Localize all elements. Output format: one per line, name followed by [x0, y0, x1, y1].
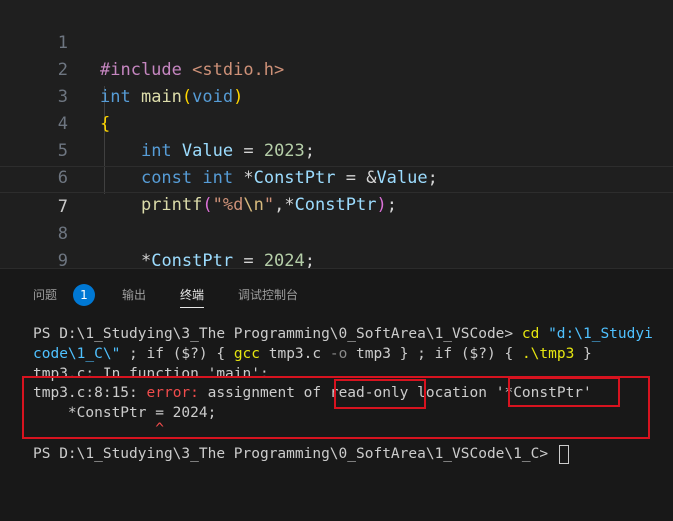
symbol-annotation-box: [508, 377, 620, 407]
code-line-9[interactable]: 9 }: [0, 221, 673, 298]
tab-debug-console[interactable]: 调试控制台: [238, 285, 298, 305]
code-line-3[interactable]: 3 {: [0, 57, 673, 134]
problems-count-badge: 1: [73, 284, 95, 306]
code-editor[interactable]: 1 #include <stdio.h> 2 int main(void) 3 …: [0, 0, 673, 298]
terminal-string: code\1_C\": [33, 346, 121, 362]
code-line-2[interactable]: 2 int main(void): [0, 30, 673, 107]
terminal-line: PS D:\1_Studying\3_The Programming\0_Sof…: [33, 324, 653, 344]
terminal-text: }: [574, 346, 592, 362]
tab-terminal[interactable]: 终端: [180, 285, 205, 308]
terminal-line: code\1_C\" ; if ($?) { gcc tmp3.c -o tmp…: [33, 344, 592, 364]
terminal-text: tmp3 } ; if ($?) {: [347, 346, 522, 362]
bottom-panel: 问题 1 输出 终端 调试控制台 PS D:\1_Studying\3_The …: [0, 268, 673, 521]
terminal-prompt: PS D:\1_Studying\3_The Programming\0_Sof…: [33, 446, 557, 462]
code-line-7[interactable]: 7: [0, 166, 673, 217]
terminal-prompt-line: PS D:\1_Studying\3_The Programming\0_Sof…: [33, 444, 569, 464]
terminal-cursor: [558, 444, 569, 464]
code-line-1[interactable]: 1 #include <stdio.h>: [0, 3, 673, 80]
terminal-string: "d:\1_Studyi: [548, 326, 653, 342]
terminal-text: tmp3.c: [260, 346, 330, 362]
terminal-text: ; if ($?) {: [120, 346, 234, 362]
code-line-6[interactable]: 6 printf("%d\n",*ConstPtr);: [0, 138, 673, 215]
code-line-8[interactable]: 8 *ConstPtr = 2024;: [0, 194, 673, 271]
code-line-5[interactable]: 5 const int *ConstPtr = &Value;: [0, 111, 673, 188]
readonly-annotation-box: [334, 379, 426, 409]
terminal-param: -o: [329, 346, 348, 362]
terminal-command: .\tmp3: [521, 346, 575, 362]
terminal-command: gcc: [233, 346, 261, 362]
panel-tabs: 问题 1 输出 终端 调试控制台: [0, 269, 673, 319]
terminal-prompt: PS D:\1_Studying\3_The Programming\0_Sof…: [33, 326, 522, 342]
terminal-command: cd: [521, 326, 540, 342]
code-line-4[interactable]: 4 int Value = 2023;: [0, 84, 673, 161]
tab-output[interactable]: 输出: [122, 285, 146, 305]
tab-problems[interactable]: 问题: [33, 285, 57, 305]
